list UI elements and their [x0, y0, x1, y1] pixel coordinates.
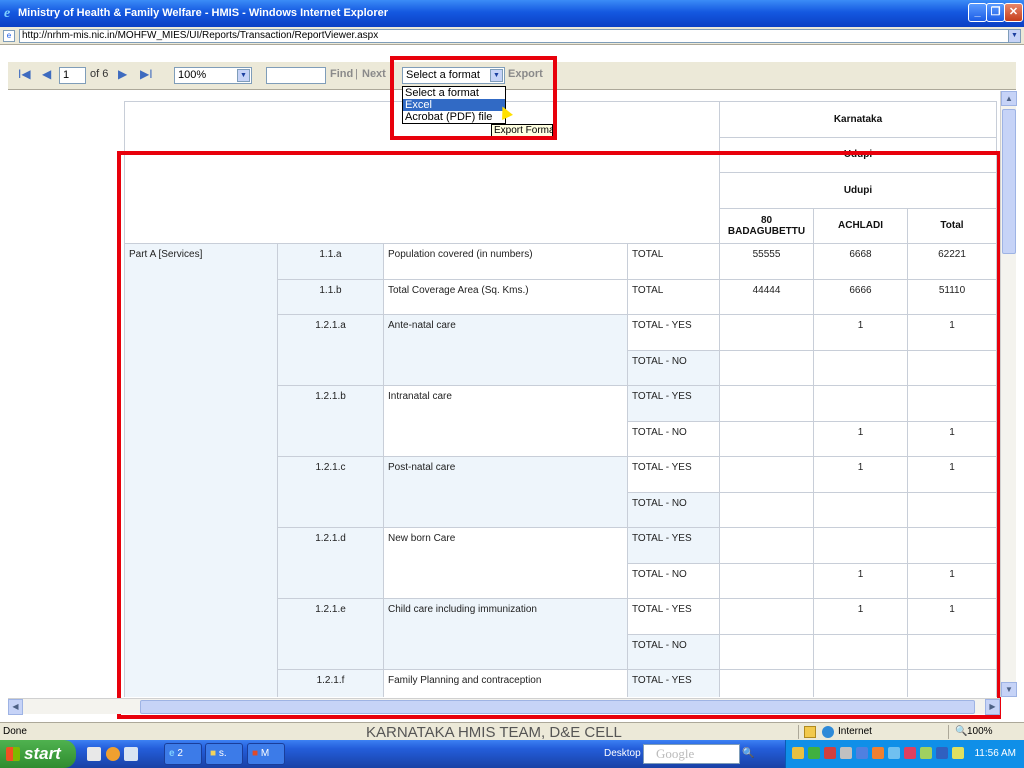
slide-caption: KARNATAKA HMIS TEAM, D&E CELL	[366, 724, 622, 741]
tray-app-icon[interactable]	[888, 747, 900, 759]
zoom-select[interactable]: 100% ▼	[174, 67, 252, 84]
status-zoom[interactable]: 100%	[967, 726, 993, 737]
url-field[interactable]: http://nrhm-mis.nic.in/MOHFW_MIES/UI/Rep…	[19, 29, 1009, 43]
state-header: Karnataka	[719, 101, 997, 138]
scroll-left-icon[interactable]: ◀	[8, 699, 23, 715]
tray-app-icon[interactable]	[840, 747, 852, 759]
find-separator: |	[355, 68, 358, 80]
media-player-icon[interactable]	[106, 747, 120, 761]
tray-app-icon[interactable]	[808, 747, 820, 759]
folder-icon: ■	[210, 748, 217, 759]
ie-group-count: 2	[177, 748, 183, 759]
export-highlight-box	[390, 56, 557, 140]
first-page-button[interactable]: I◀	[18, 67, 31, 81]
tray-app-icon[interactable]	[872, 747, 884, 759]
zoom-icon[interactable]: 🔍	[955, 726, 967, 737]
status-text: Done	[3, 726, 27, 737]
previous-page-button[interactable]: ◀	[42, 67, 51, 81]
status-divider	[798, 725, 799, 739]
system-tray: 11:56 AM	[785, 740, 1024, 768]
internet-explorer-icon: e	[169, 748, 175, 759]
horizontal-scrollbar[interactable]: ◀ ▶	[8, 698, 1000, 715]
find-input[interactable]	[266, 67, 326, 84]
tray-app-icon[interactable]	[856, 747, 868, 759]
taskbar-ie-group[interactable]: e 2	[164, 743, 202, 765]
tray-app-icon[interactable]	[920, 747, 932, 759]
address-bar: e http://nrhm-mis.nic.in/MOHFW_MIES/UI/R…	[0, 27, 1024, 45]
minimize-button[interactable]: _	[968, 3, 987, 22]
tray-app-icon[interactable]	[952, 747, 964, 759]
search-icon[interactable]: 🔍	[742, 748, 754, 759]
last-page-button[interactable]: ▶I	[140, 67, 153, 81]
scroll-down-icon[interactable]: ▼	[1001, 682, 1017, 697]
next-page-button[interactable]: ▶	[118, 67, 127, 81]
start-label: start	[24, 744, 61, 763]
zone-label: Internet	[838, 726, 872, 737]
window-title: Ministry of Health & Family Welfare - HM…	[18, 7, 389, 19]
report-highlight-box	[117, 151, 1001, 719]
window-title-bar: e Ministry of Health & Family Welfare - …	[0, 0, 1024, 27]
find-next-link[interactable]: Next	[362, 68, 386, 80]
url-dropdown-button[interactable]: ▼	[1008, 29, 1021, 43]
show-desktop-icon[interactable]	[87, 747, 101, 761]
page-number-input[interactable]: 1	[59, 67, 86, 84]
maximize-button[interactable]: ❐	[986, 3, 1005, 22]
horizontal-scroll-thumb[interactable]	[140, 700, 975, 714]
windows-flag-icon	[6, 747, 20, 761]
chevron-down-icon: ▼	[237, 69, 250, 82]
vertical-scrollbar[interactable]: ▲ ▼	[1000, 91, 1017, 697]
tray-app-icon[interactable]	[936, 747, 948, 759]
powerpoint-task-label: M	[260, 748, 270, 759]
header-row-state: Karnataka	[124, 101, 997, 208]
taskbar-clock[interactable]: 11:56 AM	[974, 748, 1016, 759]
status-divider	[948, 725, 949, 739]
page-count-label: of 6	[90, 68, 109, 80]
desktop-toolbar-label[interactable]: Desktop	[604, 748, 641, 759]
start-button[interactable]: start	[0, 740, 76, 768]
google-search-box[interactable]: Google	[643, 744, 740, 764]
find-link[interactable]: Find	[330, 68, 353, 80]
security-icon	[804, 726, 816, 738]
folder-task-label: s.	[218, 748, 227, 759]
scroll-right-icon[interactable]: ▶	[985, 699, 1000, 715]
vertical-scroll-thumb[interactable]	[1002, 109, 1016, 254]
page-icon: e	[3, 30, 15, 42]
tray-app-icon[interactable]	[792, 747, 804, 759]
internet-explorer-icon: e	[4, 6, 11, 21]
globe-icon	[822, 726, 834, 738]
taskbar: start e 2 ■ s. ■ M Desktop Google 🔍 11:5…	[0, 740, 1024, 768]
powerpoint-icon: ■	[252, 748, 259, 759]
close-button[interactable]: ✕	[1004, 3, 1023, 22]
zoom-value: 100%	[178, 69, 207, 81]
taskbar-folder[interactable]: ■ s.	[205, 743, 243, 765]
tray-app-icon[interactable]	[904, 747, 916, 759]
scroll-up-icon[interactable]: ▲	[1001, 91, 1017, 106]
quick-launch-icon[interactable]	[124, 747, 138, 761]
taskbar-powerpoint[interactable]: ■ M	[247, 743, 285, 765]
tray-app-icon[interactable]	[824, 747, 836, 759]
